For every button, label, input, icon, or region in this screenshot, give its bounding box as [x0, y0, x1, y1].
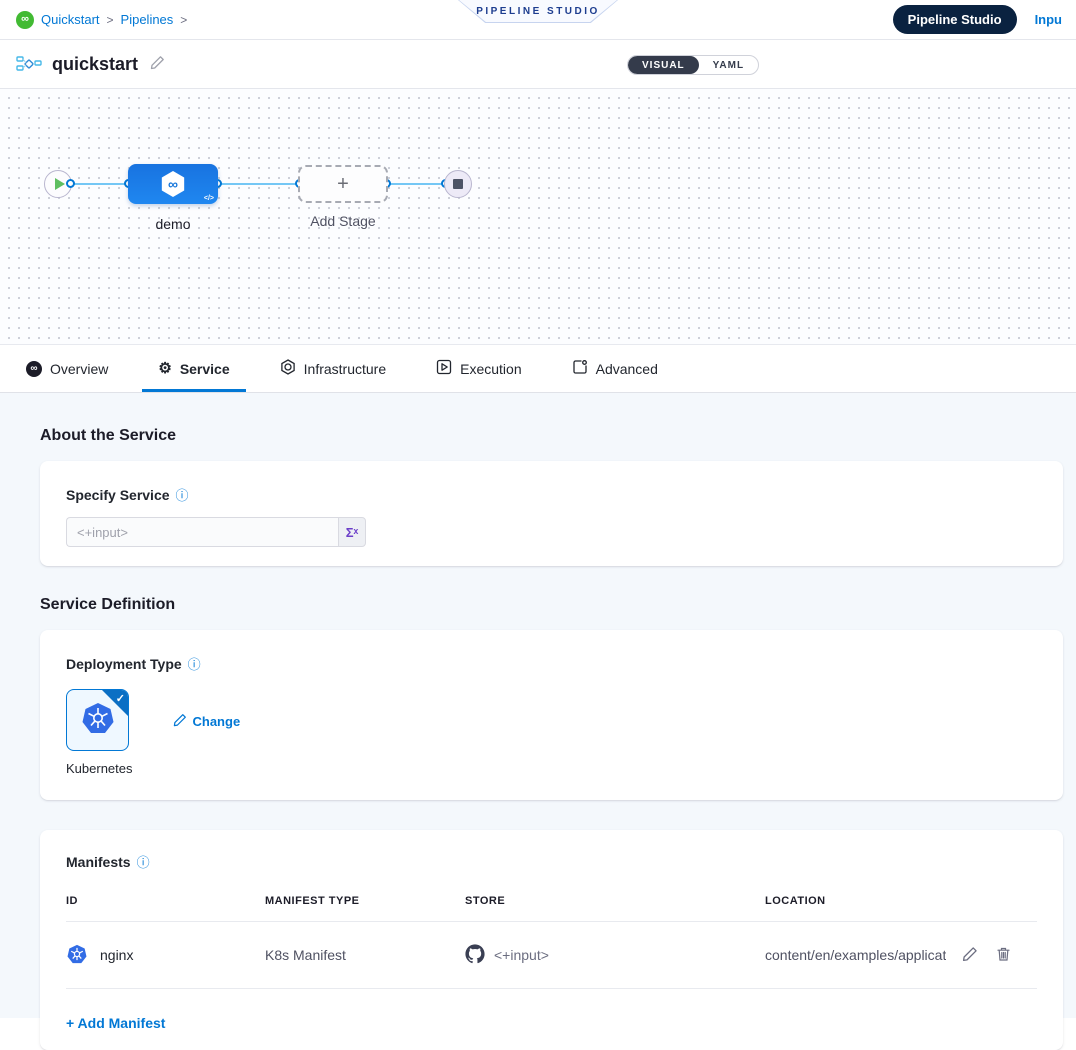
add-manifest-link[interactable]: + Add Manifest — [66, 1015, 165, 1031]
manifests-card: Manifests ⓘ ID MANIFEST TYPE STORE LOCAT… — [40, 830, 1063, 1050]
top-bar: ∞ Quickstart > Pipelines > PIPELINE STUD… — [0, 0, 1076, 40]
deployment-type-label: Deployment Type — [66, 656, 182, 672]
gear-icon: ⚙ — [158, 361, 171, 376]
tab-overview[interactable]: ∞ Overview — [10, 345, 124, 392]
pipeline-studio-page: ∞ Quickstart > Pipelines > PIPELINE STUD… — [0, 0, 1076, 1018]
about-service-heading: About the Service — [40, 427, 1063, 445]
trash-icon — [996, 946, 1011, 965]
add-stage-label: Add Stage — [298, 213, 388, 229]
info-icon[interactable]: ⓘ — [137, 852, 150, 871]
toggle-yaml[interactable]: YAML — [699, 56, 758, 74]
pipeline-studio-badge: PIPELINE STUDIO — [458, 0, 618, 23]
pipeline-studio-badge-label: PIPELINE STUDIO — [476, 6, 600, 17]
manifest-row[interactable]: nginx K8s Manifest <+input> content/en/e… — [66, 922, 1037, 989]
service-definition-heading: Service Definition — [40, 596, 1063, 614]
pipeline-studio-button[interactable]: Pipeline Studio — [893, 5, 1017, 34]
play-icon — [55, 178, 65, 190]
code-icon: </> — [204, 195, 214, 202]
plus-icon: + — [337, 173, 349, 196]
breadcrumb-pipelines[interactable]: Pipelines — [121, 12, 174, 27]
specify-service-label: Specify Service — [66, 487, 170, 503]
expression-sigma-button[interactable]: Σˣ — [338, 517, 366, 547]
input-sets-link[interactable]: Inpu — [1035, 12, 1062, 27]
about-service-card: Specify Service ⓘ Σˣ — [40, 461, 1063, 566]
change-deployment-type-link[interactable]: Change — [173, 713, 241, 730]
stop-icon — [453, 179, 463, 189]
column-location: LOCATION — [765, 895, 1037, 907]
github-icon — [465, 944, 485, 967]
harness-cd-stage-icon: ∞ — [160, 171, 186, 197]
edge-addstage-end — [385, 183, 447, 185]
pipeline-icon — [16, 56, 42, 72]
infrastructure-icon — [280, 359, 296, 378]
pencil-icon — [173, 713, 187, 730]
edit-manifest-button[interactable] — [960, 944, 980, 967]
tab-infrastructure[interactable]: Infrastructure — [264, 345, 402, 392]
manifest-location: content/en/examples/applicat — [765, 947, 946, 963]
service-tab-content: About the Service Specify Service ⓘ Σˣ S… — [0, 393, 1076, 1018]
harness-logo-icon: ∞ — [16, 11, 34, 29]
stage-tab-bar: ∞ Overview ⚙ Service Infrastructure Exec… — [0, 345, 1076, 393]
pencil-icon — [962, 946, 978, 965]
pencil-icon — [150, 55, 165, 73]
info-icon[interactable]: ⓘ — [188, 654, 201, 673]
manifests-heading: Manifests — [66, 854, 131, 870]
kubernetes-type-card[interactable]: ✓ — [66, 689, 129, 751]
edit-pipeline-name-button[interactable] — [148, 53, 167, 75]
advanced-icon — [572, 359, 588, 378]
edge-start-demo — [70, 183, 130, 185]
manifest-store: <+input> — [494, 947, 549, 963]
tab-service[interactable]: ⚙ Service — [142, 345, 245, 392]
stage-node-demo[interactable]: ∞ </> — [128, 164, 218, 204]
tab-execution[interactable]: Execution — [420, 345, 537, 392]
column-id: ID — [66, 895, 265, 907]
kubernetes-caption: Kubernetes — [66, 761, 133, 776]
breadcrumb-separator: > — [107, 13, 114, 27]
manifest-type: K8s Manifest — [265, 947, 465, 963]
breadcrumb-quickstart[interactable]: Quickstart — [41, 12, 100, 27]
column-store: STORE — [465, 895, 765, 907]
service-definition-card: Deployment Type ⓘ — [40, 630, 1063, 800]
breadcrumb-separator: > — [180, 13, 187, 27]
info-icon[interactable]: ⓘ — [176, 485, 189, 504]
pipeline-end-node[interactable] — [444, 170, 472, 198]
visual-yaml-toggle: VISUAL YAML — [627, 55, 759, 75]
check-icon: ✓ — [116, 692, 125, 705]
connector-point — [66, 179, 75, 188]
title-bar: quickstart VISUAL YAML — [0, 40, 1076, 89]
deployment-type-option: ✓ Kubernetes — [66, 689, 133, 776]
top-bar-right: Pipeline Studio Inpu — [893, 5, 1062, 34]
manifests-table-header: ID MANIFEST TYPE STORE LOCATION — [66, 885, 1037, 922]
breadcrumb: ∞ Quickstart > Pipelines > — [16, 11, 187, 29]
execution-icon — [436, 359, 452, 378]
specify-service-input[interactable] — [66, 517, 338, 547]
column-manifest-type: MANIFEST TYPE — [265, 895, 465, 907]
pipeline-canvas[interactable]: ∞ </> demo + Add Stage — [0, 89, 1076, 345]
delete-manifest-button[interactable] — [994, 944, 1013, 967]
edge-demo-addstage — [216, 183, 300, 185]
stage-label-demo: demo — [128, 216, 218, 232]
manifests-table: ID MANIFEST TYPE STORE LOCATION — [66, 885, 1037, 1033]
pipeline-name: quickstart — [52, 54, 138, 75]
tab-advanced[interactable]: Advanced — [556, 345, 674, 392]
add-stage-button[interactable]: + — [298, 165, 388, 203]
manifest-id: nginx — [100, 947, 133, 963]
toggle-visual[interactable]: VISUAL — [628, 56, 699, 74]
overview-icon: ∞ — [26, 361, 42, 377]
kubernetes-manifest-icon — [66, 943, 88, 968]
